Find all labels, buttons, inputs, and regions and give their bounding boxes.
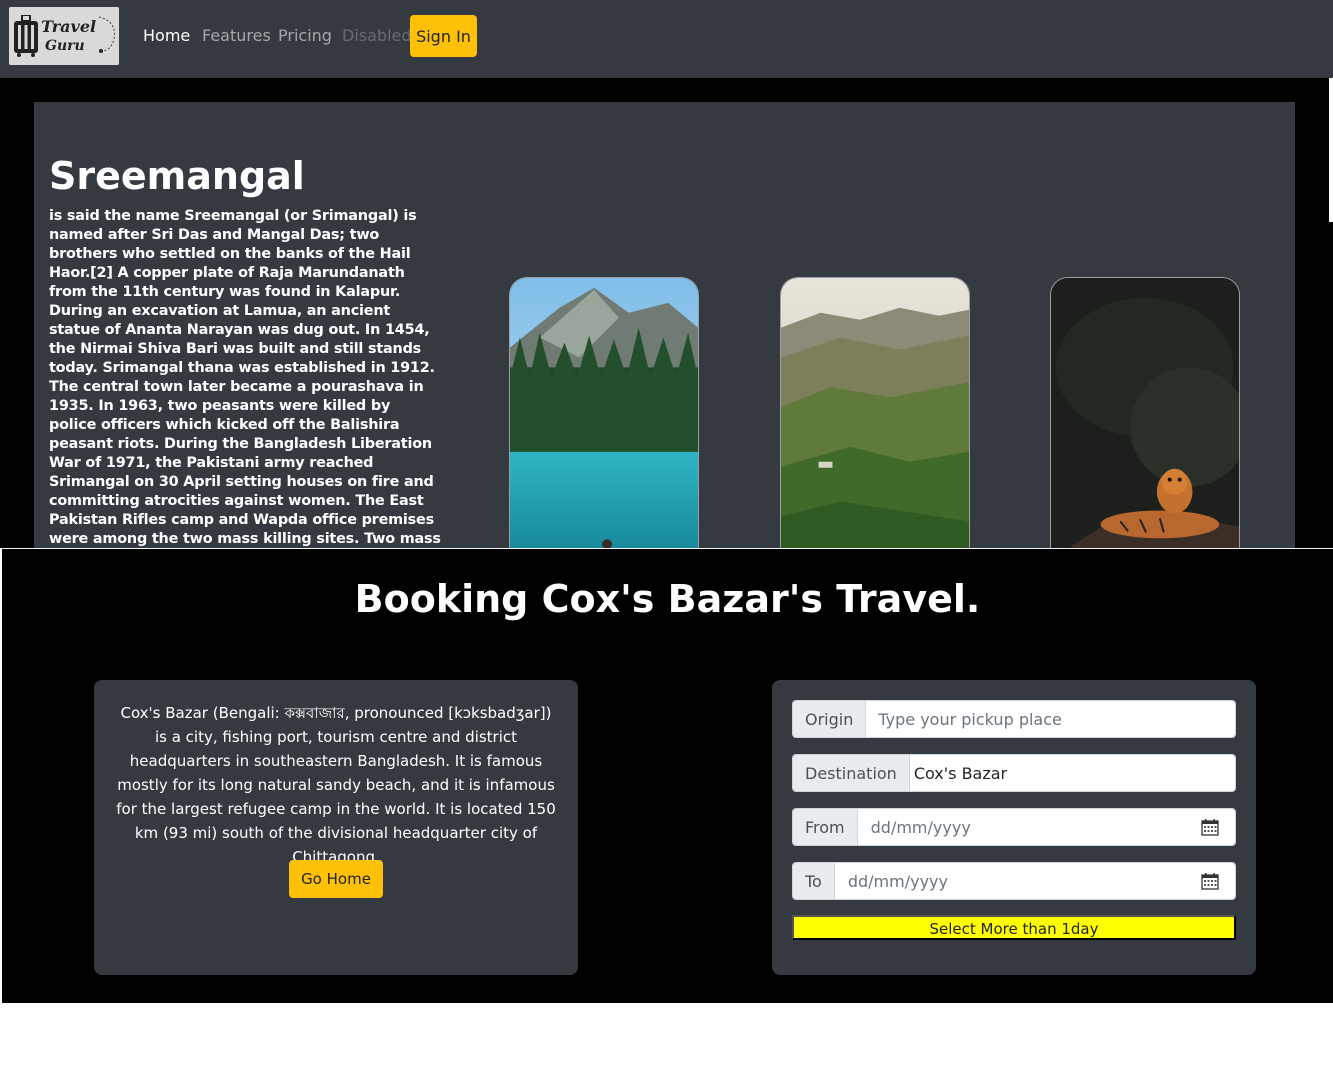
hero-description: is said the name Sreemangal (or Srimanga…: [49, 208, 441, 547]
from-date-field: From dd/mm/yyyy: [792, 808, 1236, 846]
calendar-icon[interactable]: [1201, 872, 1219, 890]
tiger-photo: [1051, 278, 1239, 548]
tea-hills-card[interactable]: [780, 277, 970, 548]
destination-info-card: Cox's Bazar (Bengali: কক্সবাজার, pronoun…: [94, 680, 578, 975]
page-footer-space: [0, 1003, 1333, 1089]
sign-in-button[interactable]: Sign In: [410, 15, 477, 57]
suitcase-icon: [14, 15, 38, 57]
calendar-icon[interactable]: [1201, 818, 1219, 836]
destination-description: Cox's Bazar (Bengali: কক্সবাজার, pronoun…: [116, 704, 556, 866]
nav-features-link[interactable]: Features: [202, 26, 271, 45]
booking-title: Booking Cox's Bazar's Travel.: [354, 577, 981, 621]
origin-input[interactable]: Type your pickup place: [866, 701, 1235, 737]
nav-home-link[interactable]: Home: [143, 26, 190, 45]
destination-label: Destination: [793, 755, 910, 791]
logo-text-travel: Travel: [41, 17, 97, 36]
tea-hills-photo: [781, 278, 969, 548]
booking-section: Booking Cox's Bazar's Travel. Cox's Baza…: [2, 548, 1333, 1003]
to-date-input[interactable]: dd/mm/yyyy: [834, 863, 1235, 899]
hero-title: Sreemangal: [49, 154, 305, 198]
from-date-placeholder: dd/mm/yyyy: [870, 817, 971, 837]
navbar: Travel Guru Home Features Pricing Disabl…: [0, 0, 1333, 78]
origin-field: Origin Type your pickup place: [792, 700, 1236, 738]
from-date-input[interactable]: dd/mm/yyyy: [857, 809, 1235, 845]
nav-pricing-link[interactable]: Pricing: [278, 26, 332, 45]
brand-logo[interactable]: Travel Guru: [9, 7, 119, 65]
destination-field: Destination Cox's Bazar: [792, 754, 1236, 792]
booking-form: Origin Type your pickup place Destinatio…: [772, 680, 1256, 975]
tiger-card[interactable]: [1050, 277, 1240, 548]
destination-input[interactable]: Cox's Bazar: [909, 755, 1235, 791]
to-date-field: To dd/mm/yyyy: [792, 862, 1236, 900]
from-label: From: [793, 809, 858, 845]
select-dates-button[interactable]: Select More than 1day: [792, 915, 1236, 940]
nav-disabled-link: Disabled: [342, 26, 412, 45]
edge-strip: [1329, 78, 1333, 222]
origin-label: Origin: [793, 701, 867, 737]
logo-text-guru: Guru: [45, 38, 85, 54]
mountain-lake-card[interactable]: [509, 277, 699, 548]
mountain-lake-photo: [510, 278, 698, 548]
to-date-placeholder: dd/mm/yyyy: [847, 871, 948, 891]
hero-panel: Sreemangal is said the name Sreemangal (…: [34, 102, 1295, 548]
go-home-button[interactable]: Go Home: [289, 860, 383, 898]
to-label: To: [793, 863, 835, 899]
